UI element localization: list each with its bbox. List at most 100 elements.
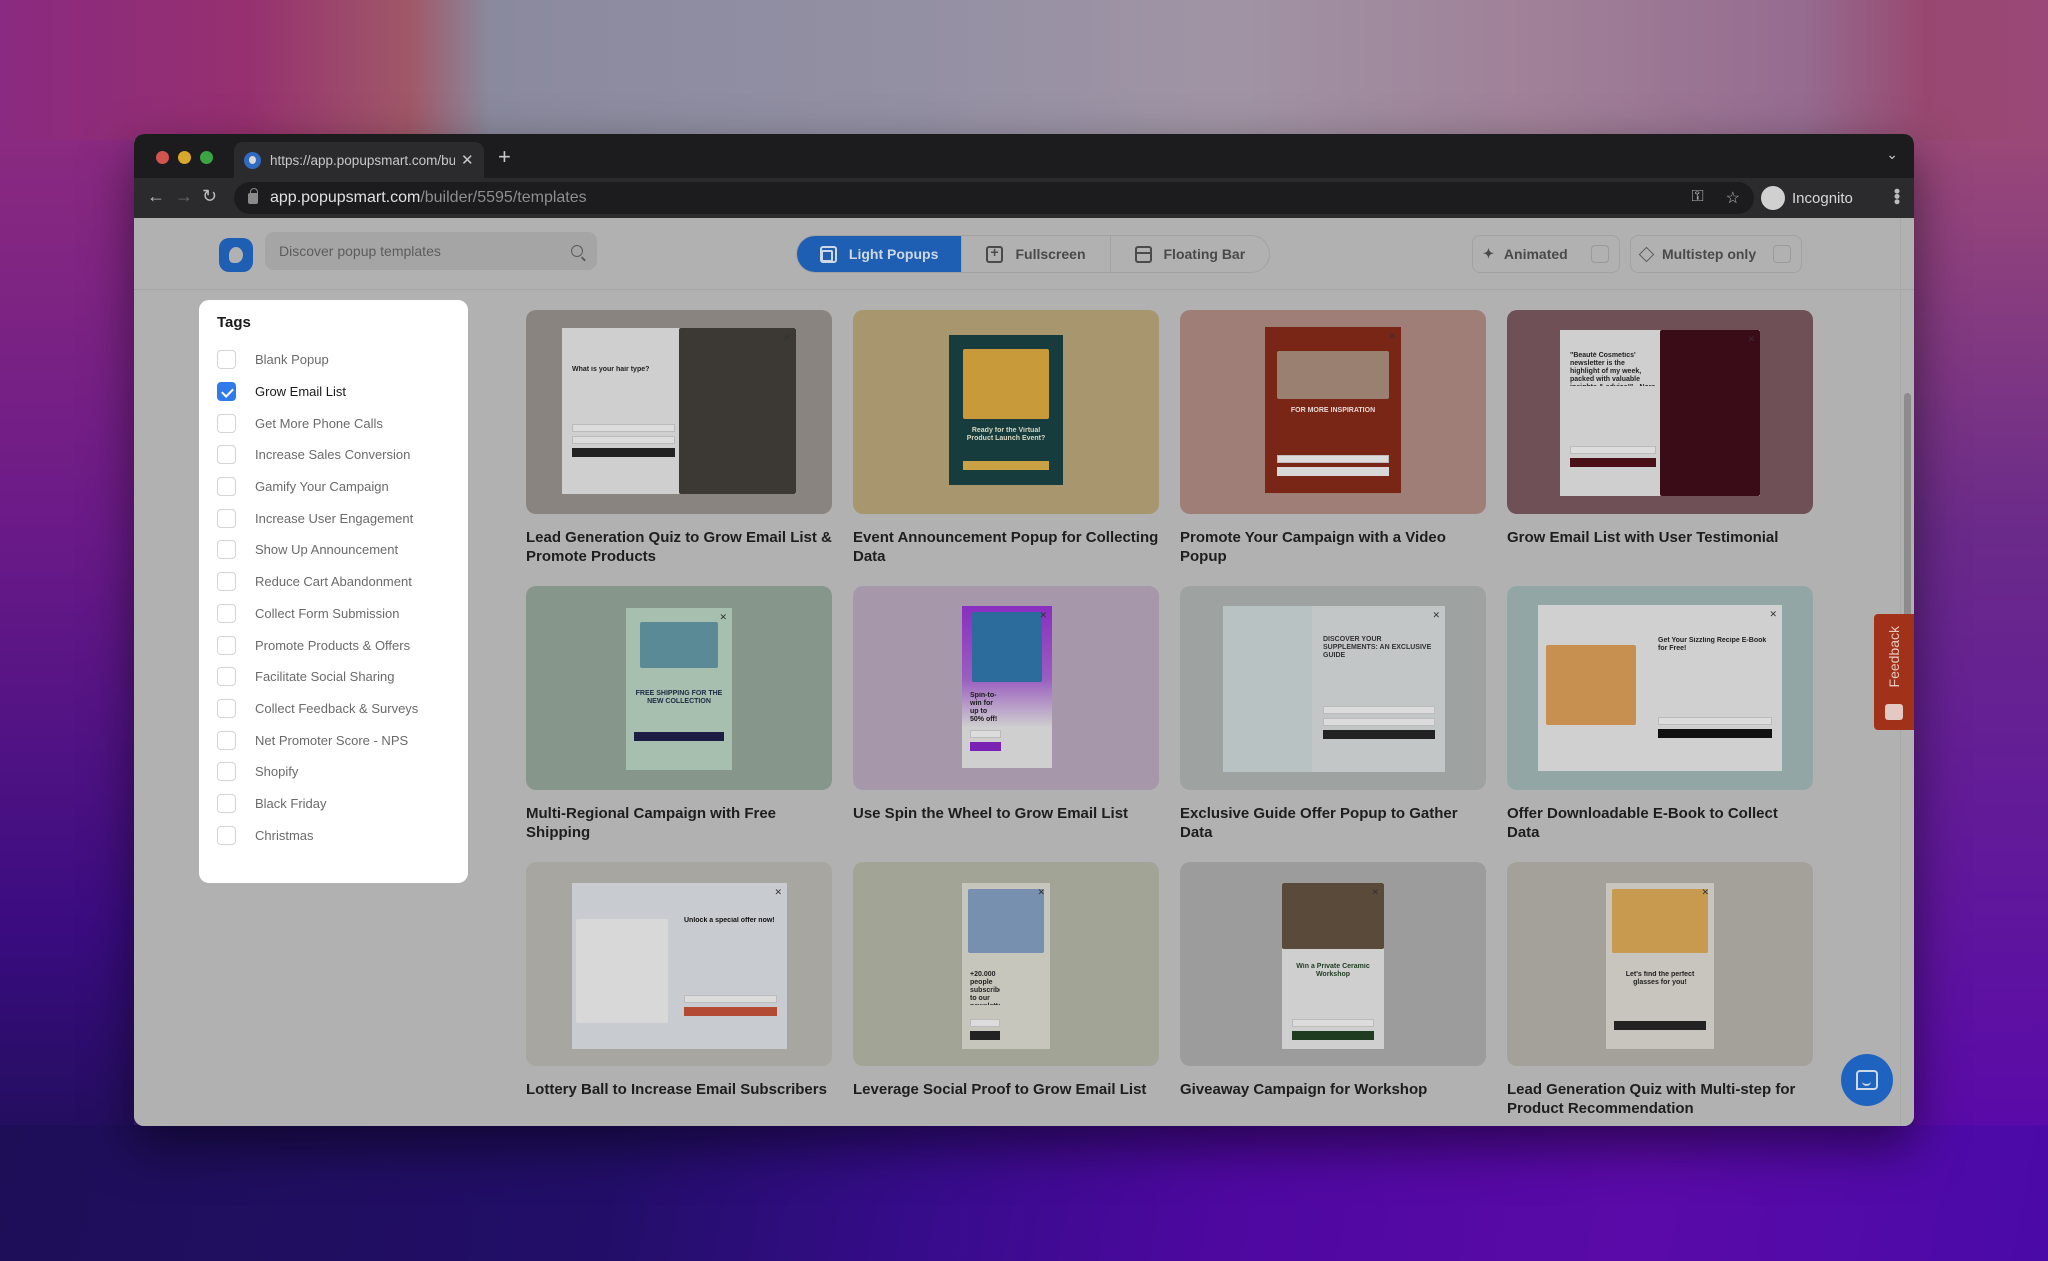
template-preview[interactable]: ✕ Spin-to-win for up to 50% off! [853, 586, 1159, 790]
tag-filter-item[interactable]: Show Up Announcement [217, 534, 450, 566]
maximize-window-button[interactable] [200, 151, 213, 164]
template-title[interactable]: Lead Generation Quiz with Multi-step for… [1507, 1080, 1813, 1118]
chat-launcher-button[interactable] [1841, 1054, 1893, 1106]
tag-filter-item[interactable]: Reduce Cart Abandonment [217, 566, 450, 598]
tag-checkbox[interactable] [217, 667, 236, 687]
popupsmart-logo[interactable] [219, 238, 253, 272]
tab-search-chevron-icon[interactable]: ⌄ [1886, 146, 1898, 163]
minimize-window-button[interactable] [178, 151, 191, 164]
template-card[interactable]: ✕ FREE SHIPPING FOR THE NEW COLLECTION Mul… [526, 586, 832, 862]
template-card[interactable]: ✕ FOR MORE INSPIRATION Promote Your Campai… [1180, 310, 1486, 586]
template-card[interactable]: ✕ Unlock a special offer now! Lottery Ball… [526, 862, 832, 1126]
address-bar[interactable]: app.popupsmart.com /builder/5595/templat… [234, 182, 1754, 214]
template-title[interactable]: Multi-Regional Campaign with Free Shippi… [526, 804, 832, 842]
key-icon[interactable]: ⚿ [1691, 188, 1703, 208]
popupsmart-favicon-icon [244, 151, 261, 169]
tag-checkbox[interactable] [217, 762, 236, 782]
tag-checkbox[interactable] [217, 508, 236, 528]
reload-icon[interactable]: ↻ [202, 186, 217, 207]
tag-checkbox[interactable] [217, 825, 236, 845]
close-window-button[interactable] [156, 151, 169, 164]
tag-filter-item[interactable]: Increase User Engagement [217, 502, 450, 534]
template-preview[interactable]: ✕ What is your hair type? [526, 310, 832, 514]
template-preview[interactable]: ✕ FOR MORE INSPIRATION [1180, 310, 1486, 514]
template-title[interactable]: Promote Your Campaign with a Video Popup [1180, 528, 1486, 566]
incognito-profile-button[interactable]: Incognito [1724, 183, 1854, 213]
tag-filter-item[interactable]: Gamify Your Campaign [217, 471, 450, 503]
template-card[interactable]: ✕ "Beauté Cosmetics' newsletter is the hi… [1507, 310, 1813, 586]
tag-checkbox[interactable] [217, 413, 236, 433]
tag-filter-item[interactable]: Collect Feedback & Surveys [217, 693, 450, 725]
tag-checkbox[interactable] [217, 603, 236, 623]
tag-checkbox[interactable] [217, 793, 236, 813]
tag-filter-item[interactable]: Get More Phone Calls [217, 407, 450, 439]
multistep-filter[interactable]: Multistep only [1630, 235, 1802, 273]
template-card[interactable]: ✕ Spin-to-win for up to 50% off! Use Spin … [853, 586, 1159, 862]
tag-checkbox[interactable] [217, 572, 236, 592]
template-card[interactable]: ✕ Ready for the Virtual Product Launch Ev… [853, 310, 1159, 586]
template-preview[interactable]: ✕ Get Your Sizzling Recipe E-Book for Fre… [1507, 586, 1813, 790]
template-preview[interactable]: ✕ Let's find the perfect glasses for you! [1507, 862, 1813, 1066]
tag-filter-item[interactable]: Christmas [217, 819, 450, 851]
close-tab-icon[interactable]: ✕ [461, 151, 474, 169]
forward-arrow-icon[interactable]: → [175, 186, 193, 207]
template-title[interactable]: Leverage Social Proof to Grow Email List [853, 1080, 1159, 1099]
template-title[interactable]: Use Spin the Wheel to Grow Email List [853, 804, 1159, 823]
tab-fullscreen[interactable]: Fullscreen [962, 236, 1111, 272]
tag-filter-item[interactable]: Net Promoter Score - NPS [217, 724, 450, 756]
template-preview[interactable]: ✕ Win a Private Ceramic Workshop [1180, 862, 1486, 1066]
tab-floating-bar[interactable]: Floating Bar [1111, 236, 1269, 272]
tag-filter-item[interactable]: Grow Email List [217, 376, 450, 408]
template-title[interactable]: Grow Email List with User Testimonial [1507, 528, 1813, 547]
template-card[interactable]: ✕ What is your hair type? Lead Generation … [526, 310, 832, 586]
multistep-checkbox[interactable] [1773, 245, 1791, 263]
animated-checkbox[interactable] [1591, 245, 1609, 263]
browser-menu-icon[interactable]: ••• [1887, 188, 1907, 204]
back-arrow-icon[interactable]: ← [147, 186, 165, 207]
template-preview[interactable]: ✕ "Beauté Cosmetics' newsletter is the hi… [1507, 310, 1813, 514]
template-card[interactable]: ✕ +20.000 people subscribed to our newsle… [853, 862, 1159, 1126]
template-title[interactable]: Lead Generation Quiz to Grow Email List … [526, 528, 832, 566]
animated-filter[interactable]: ✦ Animated [1472, 235, 1620, 273]
browser-tab[interactable]: https://app.popupsmart.com/builder/5595/… [234, 142, 484, 178]
tag-checkbox[interactable] [217, 350, 236, 370]
template-card[interactable]: ✕ DISCOVER YOUR SUPPLEMENTS: AN EXCLUSIVE… [1180, 586, 1486, 862]
template-preview[interactable]: ✕ DISCOVER YOUR SUPPLEMENTS: AN EXCLUSIVE… [1180, 586, 1486, 790]
tag-filter-item[interactable]: Shopify [217, 756, 450, 788]
tag-checkbox[interactable] [217, 540, 236, 560]
tab-label: Light Popups [848, 246, 939, 262]
new-tab-button[interactable]: + [498, 144, 511, 170]
template-title[interactable]: Event Announcement Popup for Collecting … [853, 528, 1159, 566]
template-preview[interactable]: ✕ Unlock a special offer now! [526, 862, 832, 1066]
template-search[interactable] [265, 232, 597, 270]
template-card[interactable]: ✕ Win a Private Ceramic Workshop Giveaway … [1180, 862, 1486, 1126]
tag-filter-item[interactable]: Facilitate Social Sharing [217, 661, 450, 693]
tag-filter-item[interactable]: Black Friday [217, 788, 450, 820]
template-preview[interactable]: ✕ +20.000 people subscribed to our newsle… [853, 862, 1159, 1066]
tag-filter-item[interactable]: Blank Popup [217, 344, 450, 376]
tag-checkbox[interactable] [217, 477, 236, 497]
template-title[interactable]: Exclusive Guide Offer Popup to Gather Da… [1180, 804, 1486, 842]
tag-checkbox[interactable] [217, 445, 236, 465]
template-title[interactable]: Giveaway Campaign for Workshop [1180, 1080, 1486, 1099]
popup-mockup: ✕ Win a Private Ceramic Workshop [1282, 883, 1384, 1049]
tag-filter-item[interactable]: Promote Products & Offers [217, 629, 450, 661]
popup-email-field [572, 436, 675, 444]
template-card[interactable]: ✕ Let's find the perfect glasses for you!… [1507, 862, 1813, 1126]
template-preview[interactable]: ✕ FREE SHIPPING FOR THE NEW COLLECTION [526, 586, 832, 790]
template-title[interactable]: Lottery Ball to Increase Email Subscribe… [526, 1080, 832, 1099]
tag-filter-item[interactable]: Increase Sales Conversion [217, 439, 450, 471]
tag-filter-item[interactable]: Collect Form Submission [217, 598, 450, 630]
tag-checkbox[interactable] [217, 382, 236, 402]
search-input[interactable] [279, 243, 571, 259]
template-preview[interactable]: ✕ Ready for the Virtual Product Launch Ev… [853, 310, 1159, 514]
template-title[interactable]: Offer Downloadable E-Book to Collect Dat… [1507, 804, 1813, 842]
scrollbar-thumb[interactable] [1904, 393, 1911, 623]
search-icon[interactable] [571, 245, 583, 257]
tag-checkbox[interactable] [217, 698, 236, 718]
template-card[interactable]: ✕ Get Your Sizzling Recipe E-Book for Fre… [1507, 586, 1813, 862]
tab-light-popups[interactable]: Light Popups [797, 236, 963, 272]
tag-checkbox[interactable] [217, 730, 236, 750]
feedback-button[interactable]: Feedback [1874, 614, 1914, 730]
tag-checkbox[interactable] [217, 635, 236, 655]
